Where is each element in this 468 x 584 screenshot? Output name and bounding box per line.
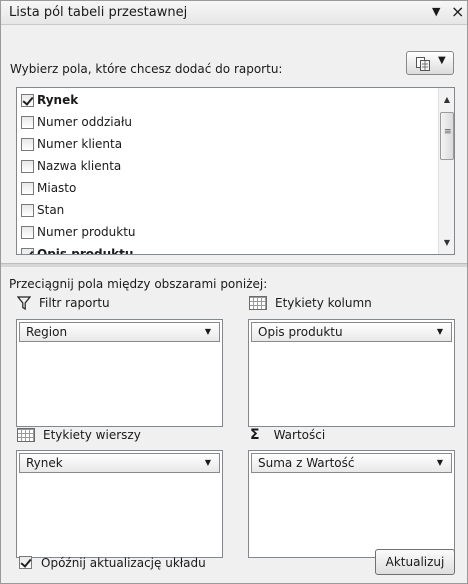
row-labels-label: Etykiety wierszy <box>43 428 141 442</box>
field-label: Rynek <box>37 93 79 107</box>
report-filter-label: Filtr raportu <box>39 296 110 310</box>
values-field-sum[interactable]: Suma z Wartość ▼ <box>251 453 452 473</box>
field-list-item[interactable]: Numer produktu <box>21 222 136 242</box>
row-labels-field-market[interactable]: Rynek ▼ <box>19 453 220 473</box>
defer-layout-update-label: Opóźnij aktualizację układu <box>41 556 206 570</box>
area-field-label: Region <box>26 325 68 339</box>
pane-title: Lista pól tabeli przestawnej <box>9 5 188 20</box>
grid-icon <box>17 428 35 442</box>
values-area[interactable]: Suma z Wartość ▼ <box>248 450 455 558</box>
field-list-item[interactable]: Nazwa klienta <box>21 156 121 176</box>
area-field-label: Suma z Wartość <box>258 456 355 470</box>
drag-fields-instruction: Przeciągnij pola między obszarami poniże… <box>9 277 268 291</box>
scroll-up-icon[interactable]: ▲ <box>439 91 454 108</box>
field-label: Miasto <box>37 181 77 195</box>
field-label: Nazwa klienta <box>37 159 122 173</box>
row-labels-header: Etykiety wierszy <box>17 426 141 444</box>
field-label: Opis produktu <box>37 247 134 255</box>
field-checkbox[interactable] <box>21 93 34 107</box>
field-label: Stan <box>37 203 65 217</box>
chevron-down-icon: ▼ <box>436 458 443 467</box>
field-checkbox[interactable] <box>21 203 34 217</box>
filter-icon <box>17 296 31 310</box>
values-header: Σ Wartości <box>250 426 325 444</box>
field-checkbox[interactable] <box>21 137 34 151</box>
field-checkbox[interactable] <box>21 159 34 173</box>
field-label: Numer oddziału <box>37 115 132 129</box>
pane-titlebar: Lista pól tabeli przestawnej ▼ × <box>1 1 467 25</box>
field-checkbox[interactable] <box>21 115 34 129</box>
field-label: Numer produktu <box>37 225 136 239</box>
pane-options-dropdown-icon[interactable]: ▼ <box>432 5 440 18</box>
field-list-layout-button[interactable]: ▼ <box>406 51 454 75</box>
chevron-down-icon: ▼ <box>204 458 211 467</box>
values-label: Wartości <box>273 428 326 442</box>
defer-layout-update-checkbox[interactable] <box>19 556 32 569</box>
pane-close-icon[interactable]: × <box>451 2 464 21</box>
area-field-label: Opis produktu <box>258 325 343 339</box>
grid-icon <box>249 296 267 310</box>
field-list-item[interactable]: Miasto <box>21 178 76 198</box>
chevron-down-icon: ▼ <box>204 327 211 336</box>
field-list-scrollbar[interactable]: ▲ ▼ <box>438 88 454 254</box>
chevron-down-icon: ▼ <box>436 327 443 336</box>
column-labels-label: Etykiety kolumn <box>275 296 372 310</box>
field-checkbox[interactable] <box>21 225 34 239</box>
field-list-item[interactable]: Opis produktu <box>21 244 134 255</box>
field-list[interactable]: Rynek Numer oddziału Numer klienta Nazwa kl… <box>16 87 455 255</box>
choose-fields-label: Wybierz pola, które chcesz dodać do rapo… <box>10 62 283 76</box>
column-labels-field-product[interactable]: Opis produktu ▼ <box>251 322 452 342</box>
report-filter-header: Filtr raportu <box>17 294 110 312</box>
sigma-icon: Σ <box>250 427 260 443</box>
field-checkbox[interactable] <box>21 247 34 254</box>
scroll-thumb[interactable] <box>440 112 454 160</box>
field-label: Numer klienta <box>37 137 123 151</box>
chevron-down-icon: ▼ <box>438 55 446 66</box>
row-labels-area[interactable]: Rynek ▼ <box>16 450 223 558</box>
report-filter-field-region[interactable]: Region ▼ <box>19 322 220 342</box>
area-field-label: Rynek <box>26 456 63 470</box>
field-list-item[interactable]: Numer klienta <box>21 134 122 154</box>
field-list-item[interactable]: Rynek <box>21 90 78 110</box>
field-list-item[interactable]: Numer oddziału <box>21 112 132 132</box>
field-checkbox[interactable] <box>21 181 34 195</box>
pane-splitter[interactable] <box>1 263 467 267</box>
report-filter-area[interactable]: Region ▼ <box>16 319 223 427</box>
column-labels-area[interactable]: Opis produktu ▼ <box>248 319 455 427</box>
update-button[interactable]: Aktualizuj <box>375 549 455 575</box>
column-labels-header: Etykiety kolumn <box>249 294 372 312</box>
scroll-down-icon[interactable]: ▼ <box>439 234 454 251</box>
field-list-item[interactable]: Stan <box>21 200 64 220</box>
pivot-field-list-pane: Lista pól tabeli przestawnej ▼ × Wybierz… <box>0 0 468 584</box>
layout-icon <box>415 56 431 75</box>
